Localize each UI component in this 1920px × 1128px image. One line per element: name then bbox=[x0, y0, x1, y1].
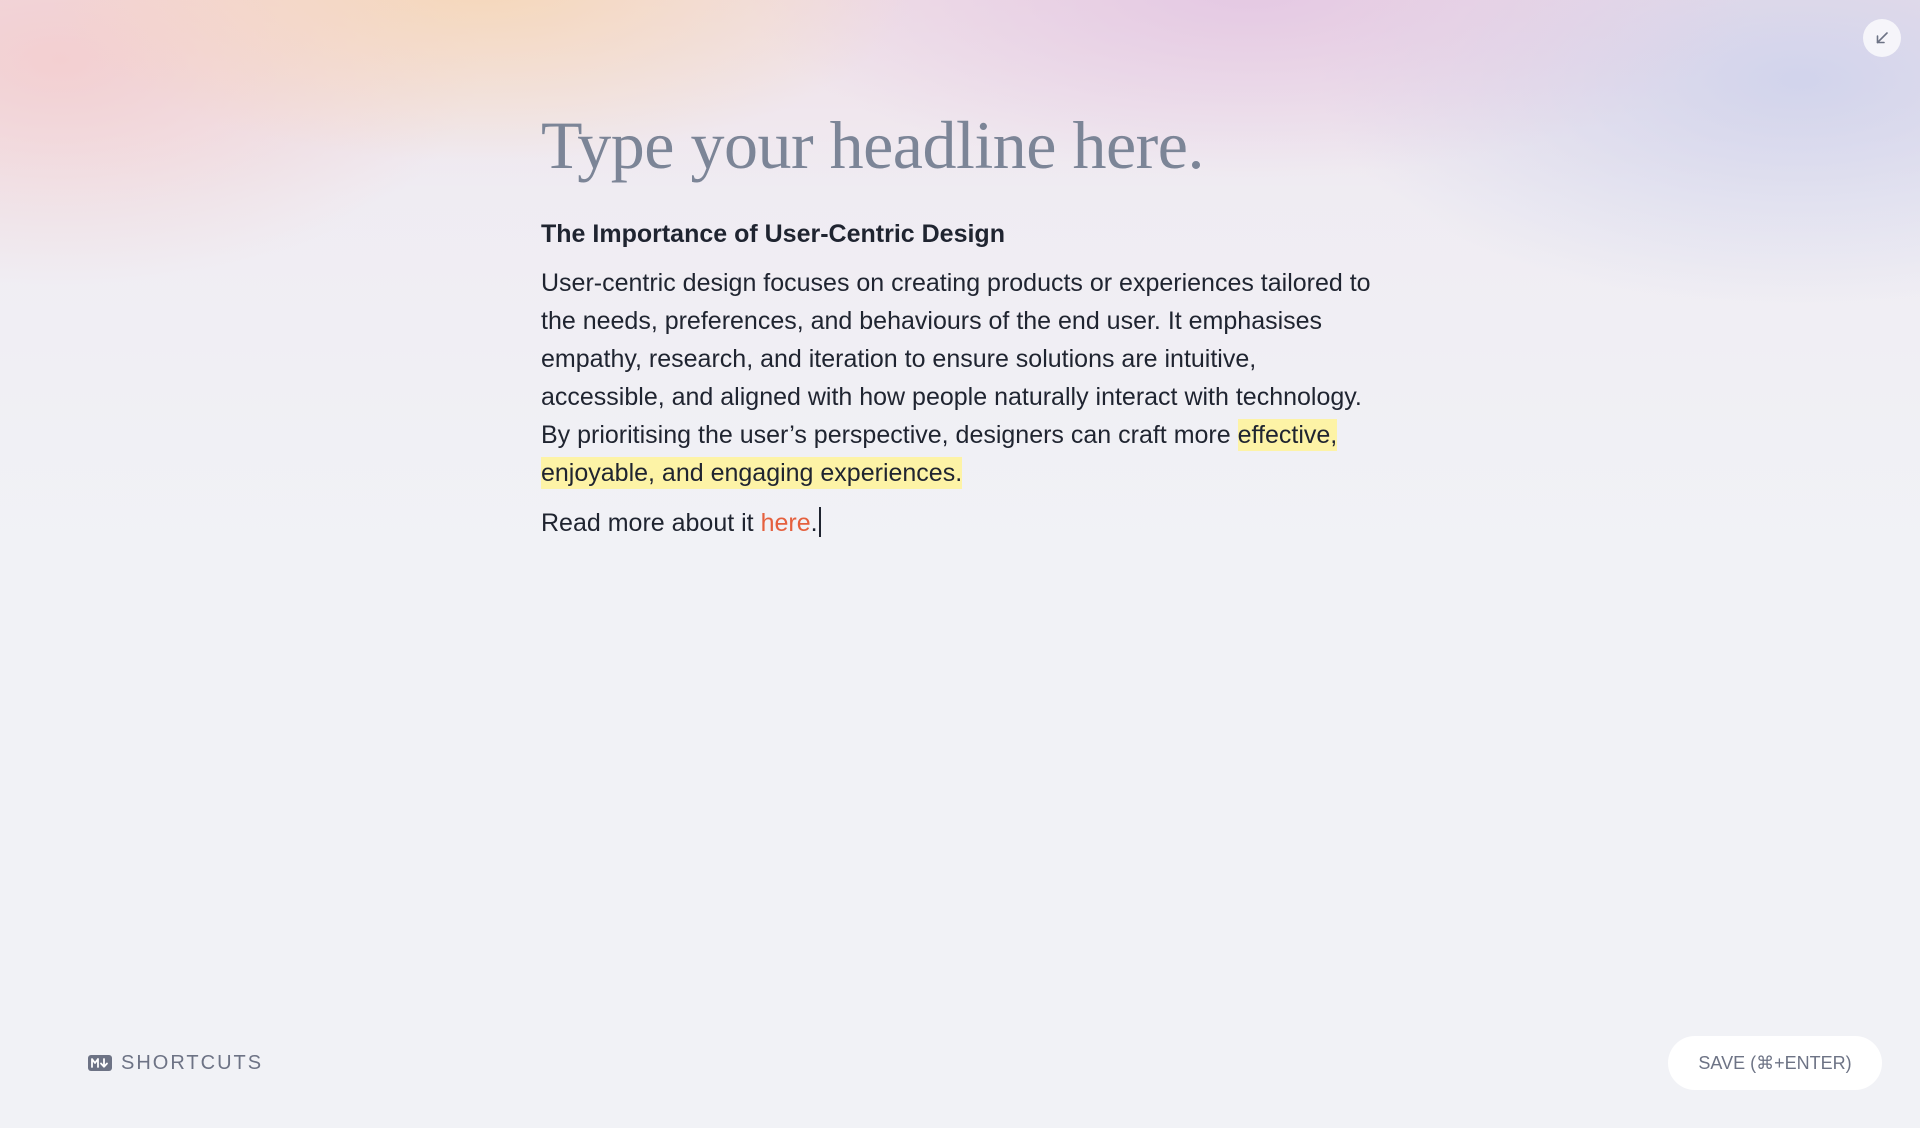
read-more-prefix: Read more about it bbox=[541, 509, 754, 537]
headline-input[interactable]: Type your headline here. bbox=[541, 100, 1371, 190]
read-more-line[interactable]: Read more about it here. bbox=[541, 504, 1371, 542]
shortcuts-button[interactable]: SHORTCUTS bbox=[88, 1051, 263, 1075]
body-paragraph[interactable]: User-centric design focuses on creating … bbox=[541, 264, 1371, 492]
section-heading[interactable]: The Importance of User-Centric Design bbox=[541, 216, 1371, 252]
collapse-button[interactable] bbox=[1863, 19, 1901, 57]
text-caret bbox=[818, 507, 821, 537]
save-button[interactable]: SAVE (⌘+ENTER) bbox=[1668, 1036, 1882, 1090]
editor-area[interactable]: Type your headline here. The Importance … bbox=[541, 100, 1371, 542]
read-more-link[interactable]: here bbox=[761, 509, 811, 537]
arrow-down-left-icon bbox=[1874, 30, 1890, 46]
shortcuts-label: SHORTCUTS bbox=[121, 1051, 264, 1074]
markdown-icon bbox=[88, 1055, 112, 1071]
read-more-suffix: . bbox=[810, 509, 818, 537]
